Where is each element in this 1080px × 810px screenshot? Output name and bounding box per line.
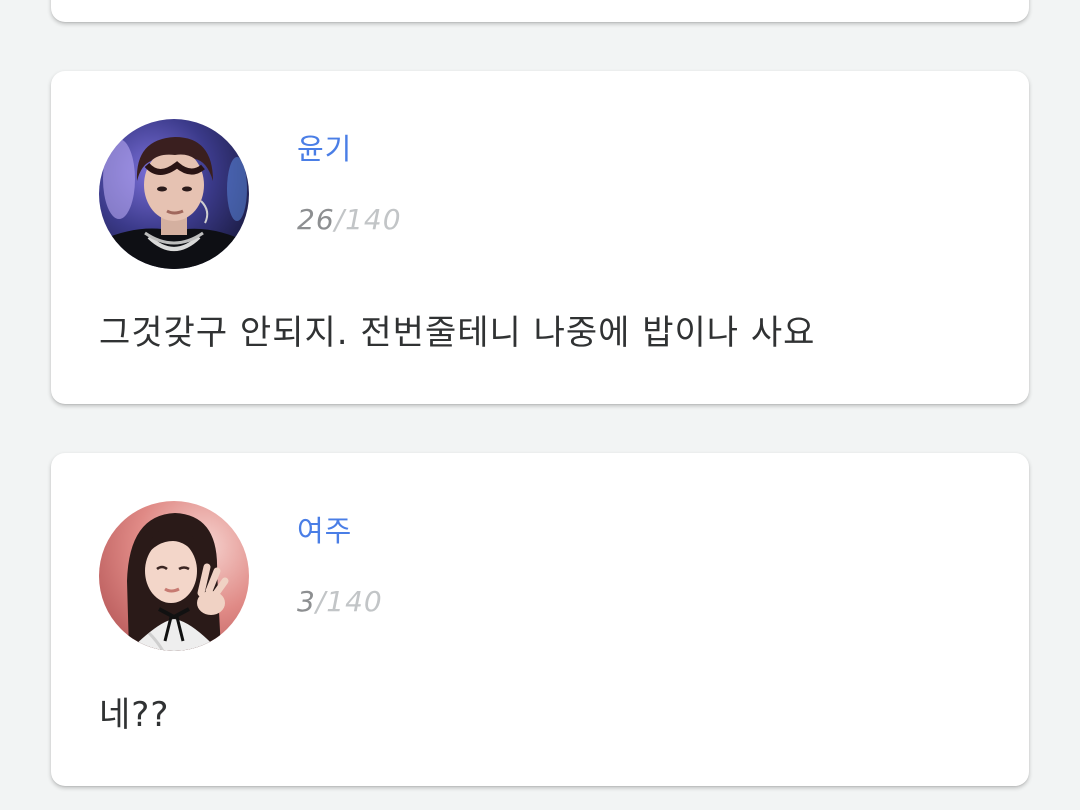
avatar-image: [99, 501, 249, 651]
chat-page: 윤기 26/140 그것갖구 안되지. 전번줄테니 나중에 밥이나 사요 여주 …: [0, 0, 1080, 810]
message-text: 그것갖구 안되지. 전번줄테니 나중에 밥이나 사요: [99, 313, 816, 353]
char-separator: /: [315, 585, 327, 618]
avatar[interactable]: [99, 501, 249, 651]
char-count: 26: [297, 203, 335, 236]
avatar[interactable]: [99, 119, 249, 269]
char-counter: 26/140: [297, 203, 402, 236]
avatar-image: [99, 119, 249, 269]
char-separator: /: [334, 203, 346, 236]
char-counter: 3/140: [297, 585, 383, 618]
previous-message-card: [51, 0, 1029, 22]
char-max: 140: [345, 203, 402, 236]
char-count: 3: [297, 585, 316, 618]
message-text: 네??: [99, 695, 170, 735]
sender-name: 여주: [297, 514, 353, 548]
char-max: 140: [326, 585, 383, 618]
message-card[interactable]: 윤기 26/140 그것갖구 안되지. 전번줄테니 나중에 밥이나 사요: [51, 71, 1029, 404]
message-card[interactable]: 여주 3/140 네??: [51, 453, 1029, 786]
sender-name: 윤기: [297, 132, 353, 166]
